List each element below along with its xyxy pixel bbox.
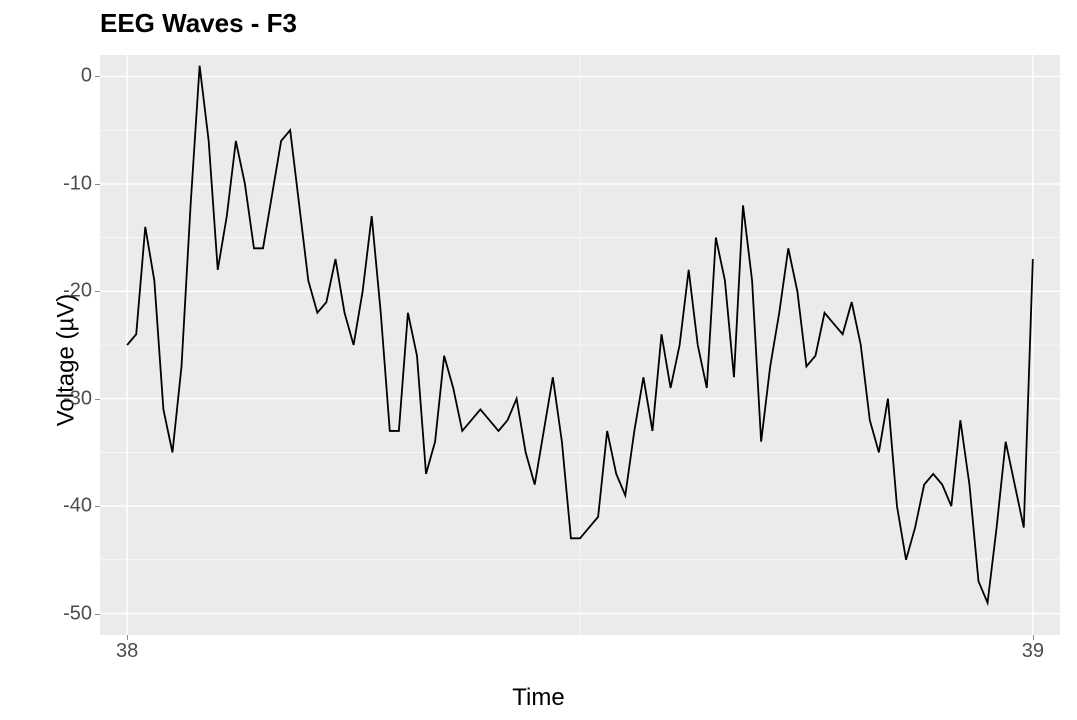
y-tick-mark	[95, 614, 100, 615]
y-tick-mark	[95, 184, 100, 185]
y-tick-label: 0	[22, 65, 92, 88]
y-tick-label: -40	[22, 495, 92, 518]
x-axis-label: Time	[512, 684, 564, 712]
chart-svg	[100, 55, 1060, 635]
chart-container: EEG Waves - F3 Voltage (µV) Time 0-10-20…	[0, 0, 1077, 720]
y-tick-mark	[95, 291, 100, 292]
y-tick-mark	[95, 76, 100, 77]
y-tick-mark	[95, 399, 100, 400]
y-tick-label: -10	[22, 172, 92, 195]
x-tick-label: 39	[1022, 640, 1044, 663]
y-tick-label: -30	[22, 387, 92, 410]
plot-area	[100, 55, 1060, 635]
x-tick-label: 38	[116, 640, 138, 663]
y-tick-label: -50	[22, 602, 92, 625]
y-tick-label: -20	[22, 280, 92, 303]
chart-title: EEG Waves - F3	[100, 8, 297, 39]
x-tick-mark	[1033, 635, 1034, 640]
y-tick-mark	[95, 506, 100, 507]
x-tick-mark	[127, 635, 128, 640]
